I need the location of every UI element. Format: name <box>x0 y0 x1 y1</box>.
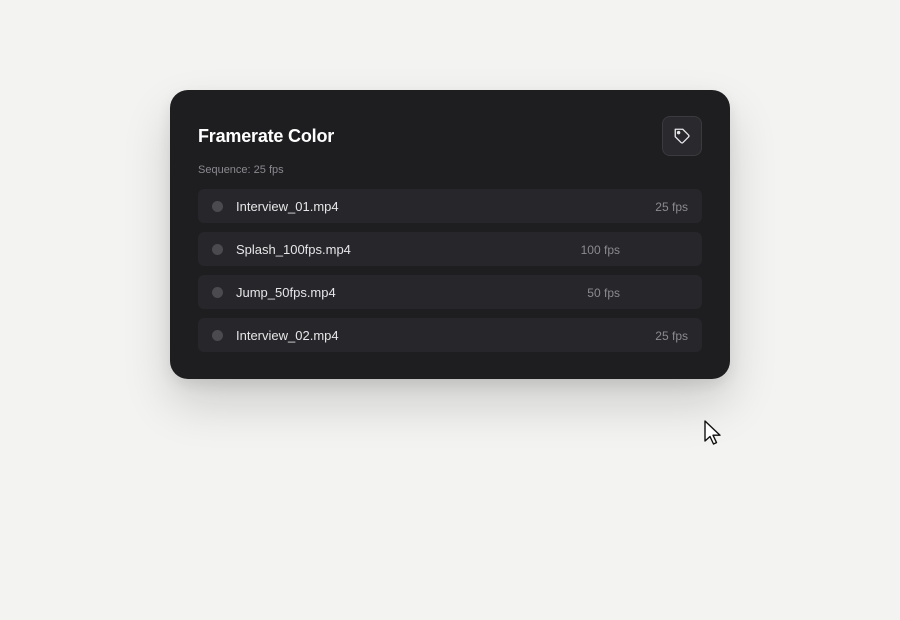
clip-fps: 50 fps <box>587 286 620 300</box>
clip-name: Jump_50fps.mp4 <box>236 285 336 300</box>
color-dot <box>212 244 223 255</box>
clip-row-jump-50fps[interactable]: Jump_50fps.mp4 50 fps <box>198 275 702 309</box>
panel-title: Framerate Color <box>198 126 335 146</box>
color-dot <box>212 201 223 212</box>
tag-button[interactable] <box>662 116 702 156</box>
clip-row-splash-100fps[interactable]: Splash_100fps.mp4 100 fps <box>198 232 702 266</box>
mouse-cursor-icon <box>704 420 721 445</box>
clip-name: Interview_01.mp4 <box>236 199 339 214</box>
color-dot <box>212 287 223 298</box>
clip-fps: 100 fps <box>580 243 620 257</box>
framerate-color-panel: Framerate Color Sequence: 25 fps Intervi… <box>170 90 730 379</box>
sequence-label: Sequence: 25 fps <box>198 164 284 176</box>
clip-list: Interview_01.mp4 25 fps Splash_100fps.mp… <box>198 189 702 361</box>
clip-row-interview-01[interactable]: Interview_01.mp4 25 fps <box>198 189 702 223</box>
clip-row-interview-02[interactable]: Interview_02.mp4 25 fps <box>198 318 702 352</box>
clip-name: Interview_02.mp4 <box>236 328 339 343</box>
clip-fps: 25 fps <box>655 200 688 214</box>
tag-icon <box>674 128 690 144</box>
color-dot <box>212 330 223 341</box>
clip-name: Splash_100fps.mp4 <box>236 242 351 257</box>
clip-fps: 25 fps <box>655 329 688 343</box>
